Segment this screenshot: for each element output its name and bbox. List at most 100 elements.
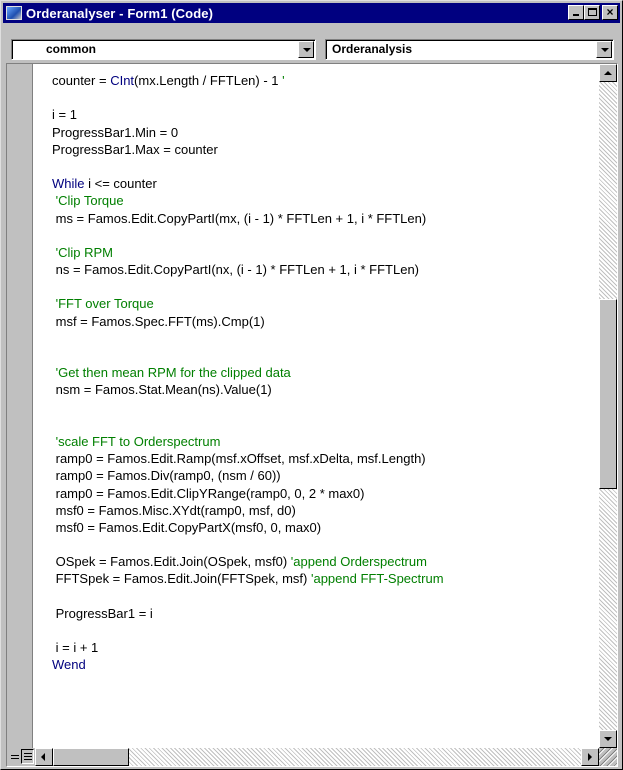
code-keyword: Wend	[52, 657, 86, 673]
code-token: i = 1	[52, 107, 77, 123]
code-token: ns = Famos.Edit.CopyPartI(nx, (i - 1) * …	[52, 262, 420, 278]
procedure-view-button[interactable]	[8, 749, 21, 764]
window-title: Orderanalyser - Form1 (Code)	[26, 5, 214, 21]
code-text-area[interactable]: counter = CInt(mx.Length / FFTLen) - 1 '…	[52, 72, 597, 748]
window-controls: ×	[568, 5, 618, 20]
code-token: i = i + 1	[52, 640, 99, 656]
chevron-right-icon	[588, 753, 592, 761]
code-comment: 'Get then mean RPM for the clipped data	[52, 365, 291, 381]
code-line[interactable]: ramp0 = Famos.Edit.ClipYRange(ramp0, 0, …	[52, 485, 597, 502]
code-line[interactable]: While i <= counter	[52, 175, 597, 192]
code-line[interactable]: msf0 = Famos.Edit.CopyPartX(msf0, 0, max…	[52, 519, 597, 536]
code-line[interactable]: ProgressBar1 = i	[52, 605, 597, 622]
procedure-combo[interactable]: Orderanalysis	[325, 39, 614, 60]
horizontal-scrollbar[interactable]	[35, 748, 599, 766]
code-line[interactable]: 'scale FFT to Orderspectrum	[52, 433, 597, 450]
code-line[interactable]	[52, 89, 597, 106]
code-token: ramp0 = Famos.Edit.Ramp(msf.xOffset, msf…	[52, 451, 426, 467]
vertical-scroll-thumb[interactable]	[599, 299, 617, 489]
resize-grip[interactable]	[599, 748, 617, 766]
minimize-icon	[573, 14, 579, 16]
scroll-down-button[interactable]	[599, 730, 617, 748]
code-token: ProgressBar1 = i	[52, 605, 153, 621]
code-keyword: While	[52, 176, 85, 192]
code-line[interactable]: ramp0 = Famos.Edit.Ramp(msf.xOffset, msf…	[52, 450, 597, 467]
code-line[interactable]	[52, 536, 597, 553]
code-line[interactable]	[52, 330, 597, 347]
maximize-icon	[588, 8, 597, 16]
code-line[interactable]: i = i + 1	[52, 639, 597, 656]
scroll-left-button[interactable]	[35, 748, 53, 766]
object-combo[interactable]: common	[11, 39, 316, 60]
code-comment: 'Clip RPM	[52, 244, 113, 260]
code-line[interactable]: ms = Famos.Edit.CopyPartI(mx, (i - 1) * …	[52, 210, 597, 227]
code-line[interactable]: ramp0 = Famos.Div(ramp0, (nsm / 60))	[52, 467, 597, 484]
code-line[interactable]: ProgressBar1.Max = counter	[52, 141, 597, 158]
chevron-left-icon	[41, 753, 45, 761]
title-bar[interactable]: Orderanalyser - Form1 (Code) ×	[3, 3, 620, 23]
code-line[interactable]: counter = CInt(mx.Length / FFTLen) - 1 '	[52, 72, 597, 89]
code-token: counter =	[52, 73, 111, 88]
margin-indicator-bar[interactable]	[7, 64, 33, 748]
code-token: ProgressBar1.Max = counter	[52, 141, 218, 157]
code-token: msf0 = Famos.Edit.CopyPartX(msf0, 0, max…	[52, 519, 322, 535]
code-token: msf = Famos.Spec.FFT(ms).Cmp(1)	[52, 313, 265, 329]
code-keyword: CInt	[110, 73, 135, 88]
chevron-down-icon	[303, 48, 311, 52]
code-line[interactable]	[52, 227, 597, 244]
minimize-button[interactable]	[568, 5, 584, 20]
code-line[interactable]: nsm = Famos.Stat.Mean(ns).Value(1)	[52, 381, 597, 398]
maximize-button[interactable]	[584, 5, 600, 20]
code-token: ms = Famos.Edit.CopyPartI(mx, (i - 1) * …	[52, 210, 427, 226]
procedure-combo-value: Orderanalysis	[332, 42, 413, 56]
code-line[interactable]	[52, 588, 597, 605]
code-line[interactable]: msf0 = Famos.Misc.XYdt(ramp0, msf, d0)	[52, 502, 597, 519]
code-token: nsm = Famos.Stat.Mean(ns).Value(1)	[52, 382, 272, 398]
code-line[interactable]: OSpek = Famos.Edit.Join(OSpek, msf0) 'ap…	[52, 553, 597, 570]
bottom-strip	[7, 748, 617, 766]
code-line[interactable]: i = 1	[52, 106, 597, 123]
code-line[interactable]: msf = Famos.Spec.FFT(ms).Cmp(1)	[52, 313, 597, 330]
procedure-combo-dropdown-button[interactable]	[596, 41, 612, 58]
full-module-view-button[interactable]	[21, 749, 34, 764]
code-token: ProgressBar1.Min = 0	[52, 124, 179, 140]
close-button[interactable]: ×	[602, 5, 618, 20]
code-line[interactable]: Wend	[52, 656, 597, 673]
code-token: (mx.Length / FFTLen) - 1	[134, 73, 283, 88]
object-combo-dropdown-button[interactable]	[298, 41, 314, 58]
combo-row: common Orderanalysis	[3, 25, 620, 61]
scroll-up-button[interactable]	[599, 64, 617, 82]
chevron-down-icon	[601, 48, 609, 52]
code-line[interactable]	[52, 622, 597, 639]
code-comment: 'FFT over Torque	[52, 296, 154, 312]
code-line[interactable]: 'Clip RPM	[52, 244, 597, 261]
vertical-scrollbar[interactable]	[599, 64, 617, 748]
code-comment: 'scale FFT to Orderspectrum	[52, 433, 221, 449]
code-token: FFTSpek = Famos.Edit.Join(FFTSpek, msf)	[52, 571, 311, 587]
code-line[interactable]	[52, 416, 597, 433]
vb-form-icon[interactable]	[6, 6, 22, 20]
code-line[interactable]: 'Clip Torque	[52, 192, 597, 209]
code-line[interactable]: 'Get then mean RPM for the clipped data	[52, 364, 597, 381]
code-token: i <= counter	[84, 176, 157, 192]
scroll-right-button[interactable]	[581, 748, 599, 766]
code-token: ramp0 = Famos.Div(ramp0, (nsm / 60))	[52, 468, 281, 484]
code-editor: counter = CInt(mx.Length / FFTLen) - 1 '…	[6, 63, 618, 767]
horizontal-scroll-thumb[interactable]	[53, 748, 129, 766]
object-combo-value: common	[46, 42, 97, 56]
code-line[interactable]: ns = Famos.Edit.CopyPartI(nx, (i - 1) * …	[52, 261, 597, 278]
code-line[interactable]: ProgressBar1.Min = 0	[52, 124, 597, 141]
code-line[interactable]: 'FFT over Torque	[52, 295, 597, 312]
close-icon: ×	[606, 5, 614, 19]
code-window: Orderanalyser - Form1 (Code) × common Or…	[0, 0, 623, 770]
code-line[interactable]	[52, 347, 597, 364]
code-line[interactable]	[52, 399, 597, 416]
chevron-down-icon	[604, 737, 612, 741]
code-comment: '	[282, 73, 285, 88]
code-comment: 'append Orderspectrum	[290, 554, 427, 570]
code-line[interactable]	[52, 158, 597, 175]
code-line[interactable]	[52, 278, 597, 295]
code-line[interactable]: FFTSpek = Famos.Edit.Join(FFTSpek, msf) …	[52, 570, 597, 587]
chevron-up-icon	[604, 71, 612, 75]
code-token: OSpek = Famos.Edit.Join(OSpek, msf0)	[52, 554, 291, 570]
